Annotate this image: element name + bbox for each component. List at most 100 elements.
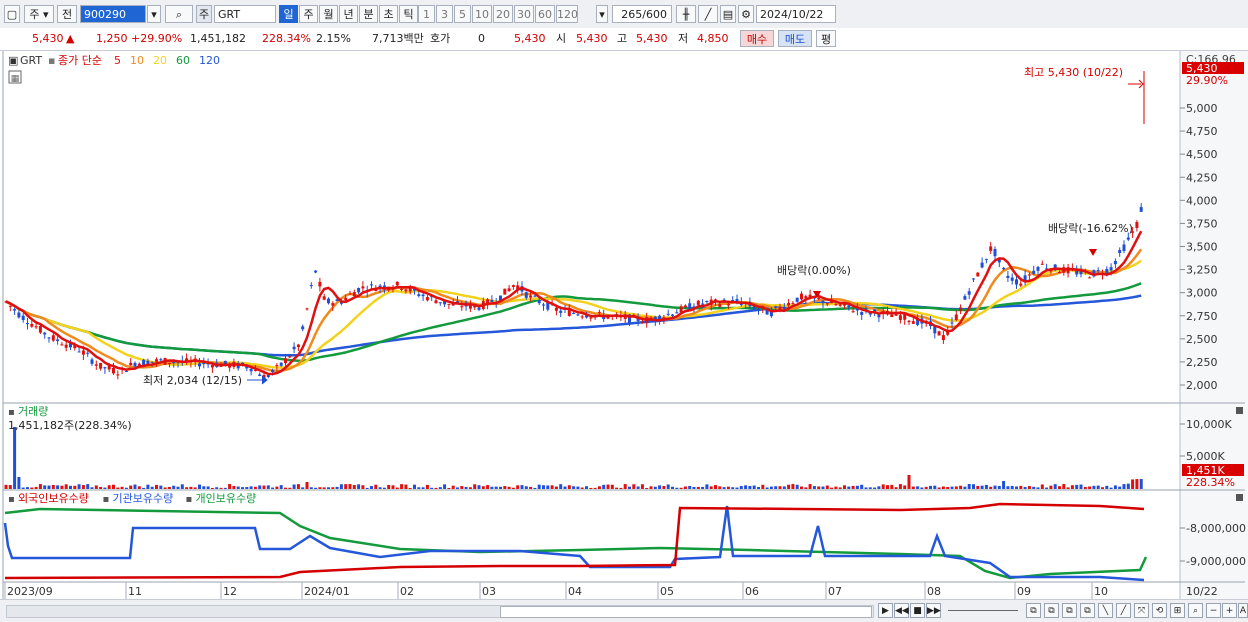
sell-button[interactable]: 매도	[778, 30, 812, 47]
candle-icon[interactable]: ╫	[676, 5, 696, 23]
volume-bar	[636, 486, 640, 489]
tool-icon-6[interactable]: ╱	[1116, 603, 1131, 618]
code-input[interactable]: 900290	[80, 5, 146, 23]
tool-icon-8[interactable]: ⟲	[1152, 603, 1167, 618]
candle-body	[933, 326, 937, 334]
tool-icon-2[interactable]: ⧉	[1044, 603, 1059, 618]
candle-body	[963, 296, 967, 300]
stop-icon[interactable]: ■	[910, 603, 925, 618]
volume-bar	[56, 485, 60, 489]
line-tool-icon[interactable]: ╱	[698, 5, 718, 23]
market-select[interactable]: 주 ▾	[24, 5, 54, 23]
chart-area[interactable]: 2023/09 11 12 2024/01 02 03 04 05 06 07 08 09 10 ▣ G…	[0, 51, 1248, 599]
interval-button-5[interactable]: 30	[514, 5, 534, 23]
date-input[interactable]: 2024/10/22	[756, 5, 836, 23]
volume-bar	[219, 487, 223, 489]
candle-body	[21, 315, 25, 321]
volume-bar	[516, 485, 520, 489]
tool-icon-3[interactable]: ⧉	[1062, 603, 1077, 618]
volume-bar	[937, 487, 941, 489]
scroll-right-icon[interactable]: ▶	[878, 603, 893, 618]
volume-bar	[391, 485, 395, 489]
tool-icon-4[interactable]: ⧉	[1080, 603, 1095, 618]
bar-count[interactable]: 265/600	[612, 5, 672, 23]
candle-body	[778, 306, 782, 310]
zoom-slider[interactable]	[948, 610, 1018, 611]
x-label-0: 2023/09	[7, 585, 53, 598]
volume-bar	[400, 484, 404, 489]
holding-legend-1: 기관보유수량	[113, 492, 174, 505]
period-tab-6[interactable]: 틱	[399, 5, 418, 23]
x-label-5: 03	[482, 585, 496, 598]
volume-bar	[976, 485, 980, 489]
candle-body	[954, 314, 958, 320]
candle-body	[1015, 279, 1018, 285]
candle-body	[172, 362, 176, 364]
candle-body	[701, 303, 705, 305]
volume-bar	[215, 487, 219, 489]
volume-bar	[997, 486, 1001, 489]
candle-body	[1027, 274, 1031, 276]
interval-dropdown-icon[interactable]: ▾	[596, 5, 608, 23]
eval-button[interactable]: 평	[816, 30, 836, 47]
change-percent: +29.90%	[131, 32, 183, 45]
zoom-icon[interactable]: ⌕	[1188, 603, 1203, 618]
interval-button-2[interactable]: 5	[454, 5, 471, 23]
code-dropdown-icon[interactable]: ▾	[147, 5, 161, 23]
period-tab-4[interactable]: 분	[359, 5, 378, 23]
volume-bar	[249, 486, 253, 489]
zoom-out-icon[interactable]: −	[1206, 603, 1221, 618]
prev-button[interactable]: 전	[57, 5, 77, 23]
window-menu-icon[interactable]: ▢	[4, 5, 20, 23]
interval-button-3[interactable]: 10	[472, 5, 492, 23]
search-icon[interactable]: ⌕	[165, 5, 193, 23]
font-size-icon[interactable]: A	[1238, 603, 1248, 618]
candle-body	[1002, 267, 1006, 270]
tool-icon-1[interactable]: ⧉	[1026, 603, 1041, 618]
volume-bar	[468, 487, 472, 489]
price-tick-label-0: 5,000	[1186, 102, 1218, 115]
period-tab-0[interactable]: 일	[279, 5, 298, 23]
gear-icon[interactable]: ⚙	[738, 5, 754, 23]
volume-bar	[696, 486, 700, 489]
interval-button-0[interactable]: 1	[418, 5, 435, 23]
save-icon[interactable]: ▤	[720, 5, 736, 23]
candle-body	[155, 359, 158, 362]
candle-body	[438, 302, 442, 304]
volume-bar	[683, 486, 687, 489]
scroll-thumb[interactable]	[500, 606, 872, 618]
period-tab-3[interactable]: 년	[339, 5, 358, 23]
tool-icon-5[interactable]: ╲	[1098, 603, 1113, 618]
volume-bar	[305, 482, 309, 489]
interval-button-6[interactable]: 60	[535, 5, 555, 23]
interval-button-1[interactable]: 3	[436, 5, 453, 23]
volume-bar	[116, 487, 120, 489]
x-label-6: 04	[568, 585, 582, 598]
tool-icon-7[interactable]: ⤧	[1134, 603, 1149, 618]
candle-body	[8, 305, 12, 307]
tool-icon-9[interactable]: ⊞	[1170, 603, 1185, 618]
candle-body	[249, 368, 253, 372]
interval-button-7[interactable]: 120	[556, 5, 578, 23]
trade-amount: 7,713백만	[372, 32, 424, 45]
volume-bar	[873, 487, 877, 489]
interval-button-4[interactable]: 20	[493, 5, 513, 23]
name-field[interactable]: GRT	[214, 5, 276, 23]
volume-bar	[550, 485, 554, 489]
volume-bar	[318, 487, 322, 489]
volume-bar	[460, 486, 464, 489]
period-tab-2[interactable]: 월	[319, 5, 338, 23]
volume-bar	[692, 486, 696, 489]
volume-close-icon[interactable]	[1236, 407, 1243, 414]
zoom-in-icon[interactable]: +	[1222, 603, 1237, 618]
buy-button[interactable]: 매수	[740, 30, 774, 47]
forward-icon[interactable]: ▶▶	[926, 603, 941, 618]
rewind-icon[interactable]: ◀◀	[894, 603, 909, 618]
volume-bar	[726, 486, 730, 489]
period-tab-5[interactable]: 초	[379, 5, 398, 23]
candle-body	[159, 359, 163, 361]
holding-close-icon[interactable]	[1236, 494, 1243, 501]
volume-bar	[43, 485, 47, 489]
period-tab-1[interactable]: 주	[299, 5, 318, 23]
candle-body	[1096, 270, 1100, 272]
